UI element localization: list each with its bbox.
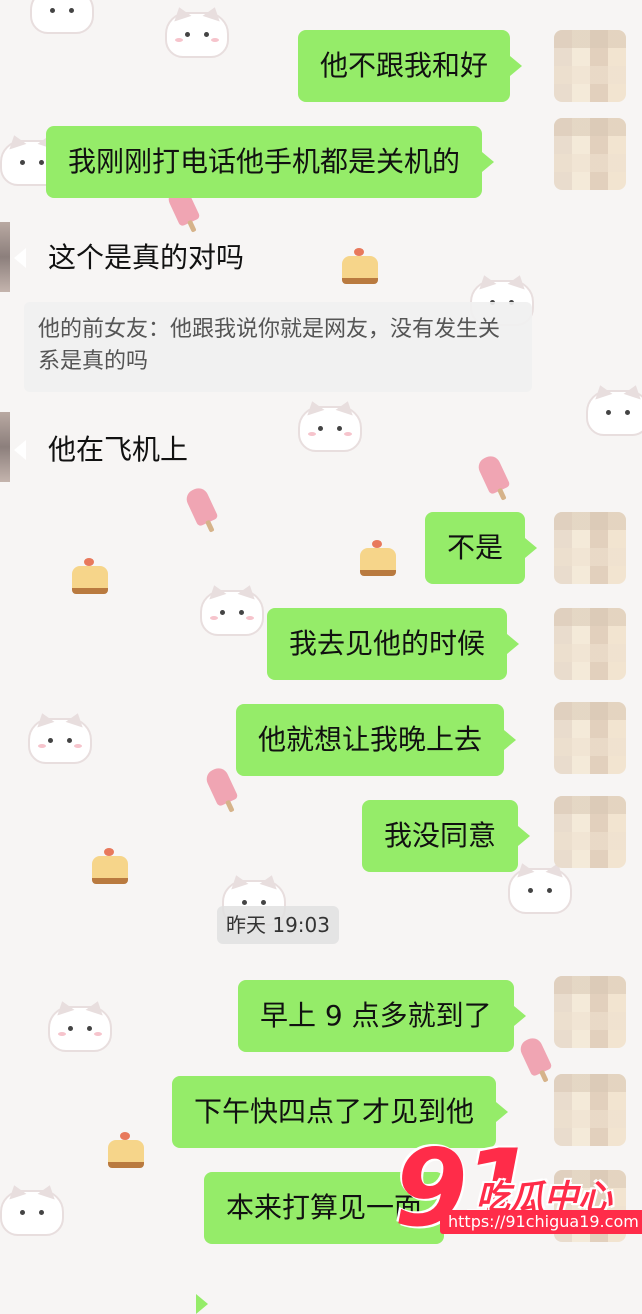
quoted-message[interactable]: 他的前女友：他跟我说你就是网友，没有发生关系是真的吗 <box>24 302 532 392</box>
sent-message-bubble[interactable]: 我去见他的时候 <box>267 608 520 680</box>
cat-sticker-decoration <box>165 12 229 58</box>
cat-sticker-decoration <box>298 406 362 452</box>
contact-avatar[interactable] <box>554 608 626 680</box>
other-avatar-edge[interactable] <box>0 222 10 292</box>
other-avatar-edge[interactable] <box>0 412 10 482</box>
site-watermark: 91 吃瓜中心 https://91chigua19.com <box>384 1134 642 1280</box>
cat-sticker-decoration <box>48 1006 112 1052</box>
sent-message-bubble[interactable]: 他不跟我和好 <box>298 30 523 102</box>
sent-message-bubble[interactable]: 他就想让我晚上去 <box>236 704 517 776</box>
contact-avatar[interactable] <box>554 512 626 584</box>
cat-sticker-decoration <box>28 718 92 764</box>
pudding-decoration <box>92 848 128 884</box>
cat-sticker-decoration <box>508 868 572 914</box>
sent-message-bubble[interactable]: 我刚刚打电话他手机都是关机的 <box>46 126 495 198</box>
popsicle-decoration <box>203 765 239 807</box>
contact-avatar[interactable] <box>554 118 626 190</box>
contact-avatar[interactable] <box>554 976 626 1048</box>
sent-message-bubble[interactable]: 我没同意 <box>362 800 531 872</box>
pudding-decoration <box>108 1132 144 1168</box>
popsicle-decoration <box>517 1035 553 1077</box>
watermark-url: https://91chigua19.com <box>440 1210 642 1234</box>
pudding-decoration <box>360 540 396 576</box>
contact-avatar[interactable] <box>554 702 626 774</box>
pudding-decoration <box>342 248 378 284</box>
sent-message-bubble[interactable]: 早上 9 点多就到了 <box>238 980 526 1052</box>
received-message-bubble[interactable]: 这个是真的对吗 <box>13 222 266 294</box>
cat-sticker-decoration <box>200 590 264 636</box>
contact-avatar[interactable] <box>554 30 626 102</box>
popsicle-decoration <box>475 453 511 495</box>
quoted-message-text: 他的前女友：他跟我说你就是网友，没有发生关系是真的吗 <box>38 317 501 374</box>
pudding-decoration <box>72 558 108 594</box>
sent-message-bubble[interactable]: 不是 <box>425 512 538 584</box>
cat-sticker-decoration <box>586 390 642 436</box>
contact-avatar[interactable] <box>554 796 626 868</box>
received-message-bubble[interactable]: 他在飞机上 <box>13 414 210 486</box>
timestamp-label: 昨天 19:03 <box>217 906 339 944</box>
cat-sticker-decoration <box>30 0 94 34</box>
popsicle-decoration <box>183 485 219 527</box>
cat-sticker-decoration <box>0 1190 64 1236</box>
